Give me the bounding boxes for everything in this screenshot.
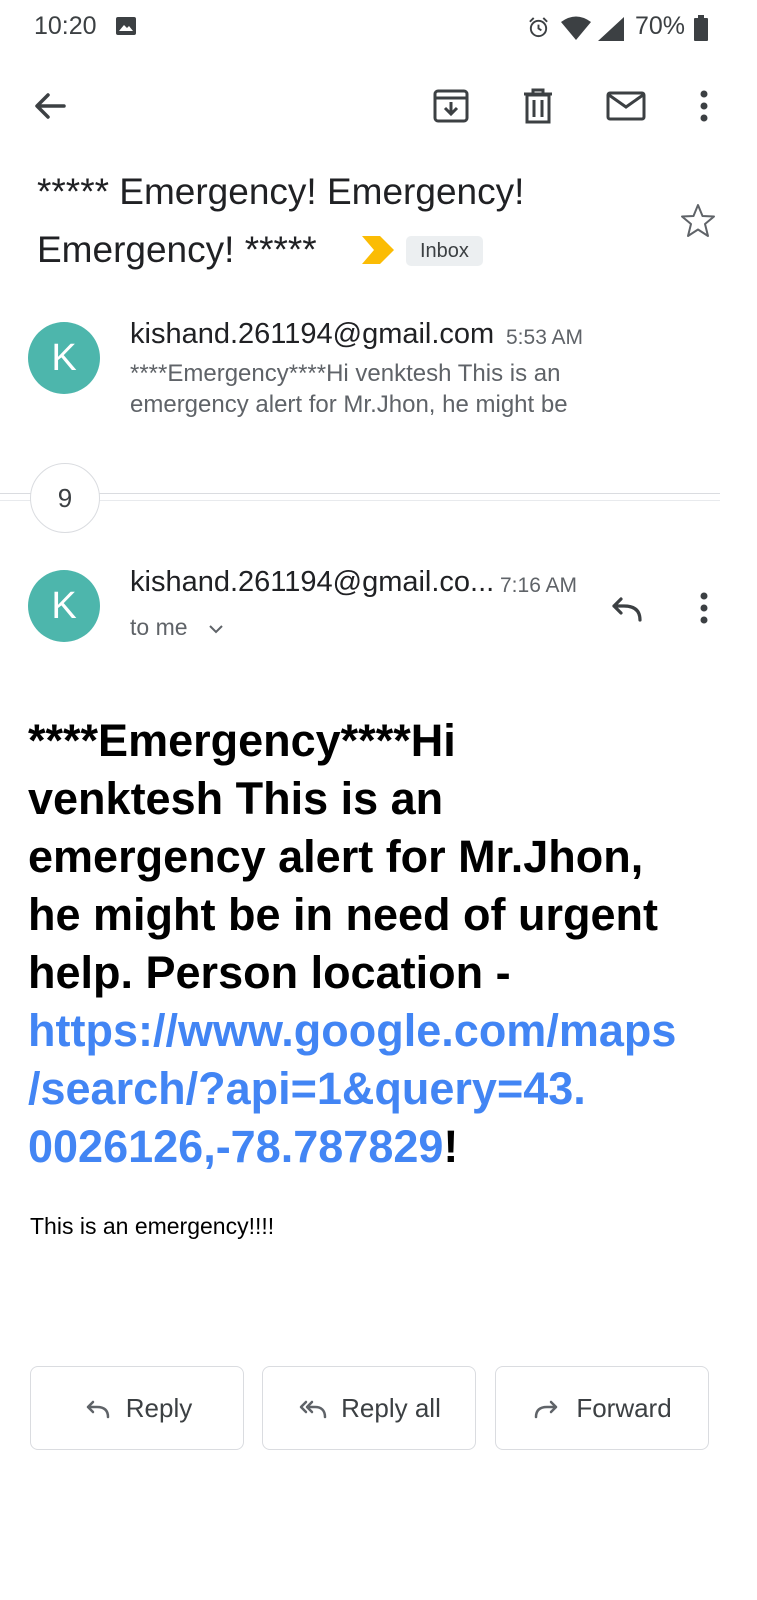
email-body-text: venktesh This is an — [28, 773, 444, 824]
location-link[interactable]: https://www.google.com/maps — [28, 1005, 676, 1056]
reply-button-label: Reply — [125, 1392, 193, 1423]
mark-unread-icon[interactable] — [606, 86, 646, 126]
location-link[interactable]: /search/?api=1&query=43. — [28, 1063, 586, 1114]
message-time: 7:16 AM — [500, 574, 578, 597]
delete-icon[interactable] — [518, 86, 558, 126]
email-body-note: This is an emergency!!!! — [30, 1213, 275, 1239]
reply-all-button[interactable]: Reply all — [262, 1366, 476, 1450]
email-body: ****Emergency****Hi venktesh This is an … — [28, 712, 728, 1176]
alarm-icon — [529, 17, 548, 38]
reply-all-button-label: Reply all — [341, 1392, 441, 1423]
divider — [0, 493, 720, 494]
email-body-text: ! — [443, 1121, 459, 1172]
forward-button[interactable]: Forward — [495, 1366, 709, 1450]
archive-icon[interactable] — [431, 86, 471, 126]
wifi-icon — [561, 16, 591, 40]
email-body-text: emergency alert for Mr.Jhon, — [28, 831, 644, 882]
recipient-details[interactable]: to me — [130, 614, 188, 641]
sender-name[interactable]: kishand.261194@gmail.com — [130, 318, 494, 351]
message-time: 5:53 AM — [506, 326, 584, 349]
signal-icon — [598, 17, 624, 41]
sender-name[interactable]: kishand.261194@gmail.co... — [130, 566, 494, 599]
reply-all-icon — [299, 1400, 327, 1419]
location-link-line[interactable]: https://www.google.com/maps — [28, 1002, 728, 1060]
star-icon[interactable] — [680, 203, 716, 239]
location-link-line[interactable]: /search/?api=1&query=43. — [28, 1060, 728, 1118]
reply-icon[interactable] — [606, 588, 646, 628]
location-link[interactable]: 0026126,-78.787829 — [28, 1121, 443, 1172]
battery-percentage: 70% — [635, 12, 686, 40]
divider — [0, 500, 720, 501]
message-snippet[interactable]: ****Emergency****Hi venktesh This is an — [130, 358, 560, 389]
important-marker-icon[interactable] — [362, 236, 394, 264]
email-body-text: ****Emergency****Hi — [28, 715, 456, 766]
reply-icon — [86, 1400, 109, 1419]
email-subject-line1: ***** Emergency! Emergency! — [37, 171, 525, 212]
battery-icon — [694, 15, 708, 41]
chevron-down-icon[interactable] — [205, 619, 227, 639]
email-body-text: he might be in need of urgent — [28, 889, 658, 940]
message-snippet[interactable]: emergency alert for Mr.Jhon, he might be — [130, 389, 568, 420]
email-body-text: help. Person location - — [28, 947, 511, 998]
back-arrow-icon[interactable] — [30, 86, 70, 126]
reply-button[interactable]: Reply — [30, 1366, 244, 1450]
avatar[interactable]: K — [28, 570, 100, 642]
inbox-label-chip[interactable]: Inbox — [406, 236, 483, 266]
avatar[interactable]: K — [28, 322, 100, 394]
more-options-icon[interactable] — [684, 588, 724, 628]
email-subject-line2: Emergency! ***** — [37, 229, 317, 270]
forward-icon — [535, 1400, 558, 1419]
more-options-icon[interactable] — [684, 86, 724, 126]
collapsed-messages-count[interactable]: 9 — [30, 463, 100, 533]
location-link-line[interactable]: 0026126,-78.787829! — [28, 1118, 728, 1176]
forward-button-label: Forward — [576, 1392, 672, 1423]
image-notification-icon — [116, 17, 136, 35]
status-time: 10:20 — [34, 12, 97, 40]
